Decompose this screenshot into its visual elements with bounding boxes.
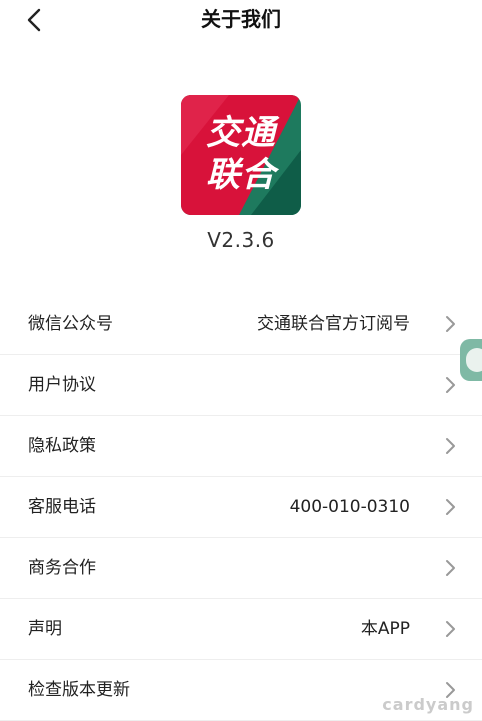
watermark: cardyang xyxy=(382,695,474,714)
logo-text-line2: 联合 xyxy=(206,155,276,195)
list-item-value: 本APP xyxy=(360,619,410,639)
chevron-right-icon xyxy=(446,560,455,576)
app-version: V2.3.6 xyxy=(207,228,275,252)
list-item-business-cooperation[interactable]: 商务合作 xyxy=(0,538,482,599)
page-title: 关于我们 xyxy=(201,7,281,31)
floating-assistant-button[interactable] xyxy=(460,339,482,381)
list-item-label: 商务合作 xyxy=(28,558,96,578)
assistant-avatar-icon xyxy=(466,348,482,372)
app-logo: 交通 联合 xyxy=(181,95,301,215)
list-item-privacy-policy[interactable]: 隐私政策 xyxy=(0,416,482,477)
list-item-label: 客服电话 xyxy=(28,497,96,517)
list-item-label: 隐私政策 xyxy=(28,436,96,456)
header: 关于我们 xyxy=(0,0,482,40)
list-item-label: 微信公众号 xyxy=(28,314,113,334)
list-item-customer-service[interactable]: 客服电话 400-010-0310 xyxy=(0,477,482,538)
list-item-value: 交通联合官方订阅号 xyxy=(257,314,410,334)
chevron-right-icon xyxy=(446,621,455,637)
list-item-statement[interactable]: 声明 本APP xyxy=(0,599,482,660)
list-item-wechat-account[interactable]: 微信公众号 交通联合官方订阅号 xyxy=(0,294,482,355)
chevron-right-icon xyxy=(446,499,455,515)
chevron-right-icon xyxy=(446,316,455,332)
settings-list: 微信公众号 交通联合官方订阅号 用户协议 隐私政策 客服电话 400-010-0… xyxy=(0,294,482,721)
list-item-user-agreement[interactable]: 用户协议 xyxy=(0,355,482,416)
list-item-label: 用户协议 xyxy=(28,375,96,395)
list-item-value: 400-010-0310 xyxy=(289,497,410,517)
list-item-label: 检查版本更新 xyxy=(28,680,130,700)
list-item-label: 声明 xyxy=(28,619,62,639)
logo-text-line1: 交通 xyxy=(206,113,276,153)
chevron-right-icon xyxy=(446,438,455,454)
chevron-right-icon xyxy=(446,377,455,393)
